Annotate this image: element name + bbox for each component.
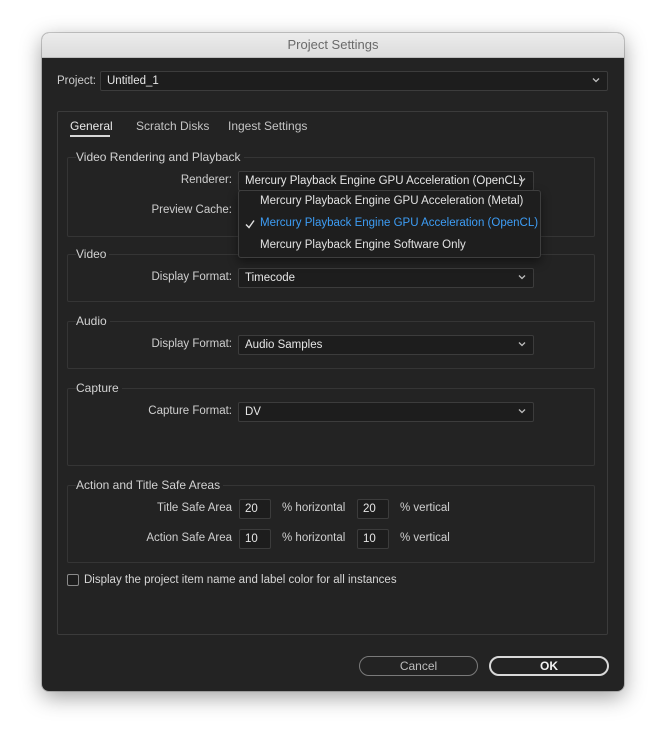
title-safe-horizontal-unit: % horizontal xyxy=(282,502,346,514)
capture-title: Capture xyxy=(76,381,122,395)
audio-display-format-value: Audio Samples xyxy=(245,339,323,351)
capture-group xyxy=(67,388,595,466)
audio-display-format-label: Display Format: xyxy=(151,338,232,350)
chevron-down-icon xyxy=(517,339,527,349)
audio-title: Audio xyxy=(76,314,110,328)
project-select-value: Untitled_1 xyxy=(107,75,159,87)
action-safe-label: Action Safe Area xyxy=(146,532,232,544)
action-safe-horizontal-input[interactable]: 10 xyxy=(239,529,271,549)
renderer-option-opencl[interactable]: Mercury Playback Engine GPU Acceleration… xyxy=(239,213,540,235)
tab-general-underline xyxy=(70,135,110,137)
display-label-checkbox[interactable] xyxy=(67,574,79,586)
renderer-option-label: Mercury Playback Engine GPU Acceleration… xyxy=(260,217,539,229)
video-display-format-dropdown[interactable]: Timecode xyxy=(238,268,534,288)
video-display-format-value: Timecode xyxy=(245,272,296,284)
renderer-option-software[interactable]: Mercury Playback Engine Software Only xyxy=(239,235,540,257)
action-safe-vertical-unit: % vertical xyxy=(400,532,450,544)
action-safe-vertical-input[interactable]: 10 xyxy=(357,529,389,549)
action-safe-horizontal-value: 10 xyxy=(245,533,258,545)
tab-ingest-settings[interactable]: Ingest Settings xyxy=(228,119,307,133)
project-select[interactable]: Untitled_1 xyxy=(100,71,608,91)
chevron-down-icon xyxy=(517,175,527,185)
ok-button[interactable]: OK xyxy=(489,656,609,676)
display-label-checkbox-label: Display the project item name and label … xyxy=(84,574,397,586)
capture-format-dropdown[interactable]: DV xyxy=(238,402,534,422)
tab-general[interactable]: General xyxy=(70,119,113,133)
renderer-option-metal[interactable]: Mercury Playback Engine GPU Acceleration… xyxy=(239,191,540,213)
project-label: Project: xyxy=(57,75,96,87)
renderer-label: Renderer: xyxy=(180,174,232,186)
window-title: Project Settings xyxy=(42,33,624,58)
tab-scratch-disks[interactable]: Scratch Disks xyxy=(136,119,209,133)
chevron-down-icon xyxy=(517,406,527,416)
cancel-button[interactable]: Cancel xyxy=(359,656,478,676)
chevron-down-icon xyxy=(517,272,527,282)
renderer-menu: Mercury Playback Engine GPU Acceleration… xyxy=(238,190,541,258)
video-display-format-label: Display Format: xyxy=(151,271,232,283)
safe-areas-group xyxy=(67,485,595,563)
capture-format-value: DV xyxy=(245,406,261,418)
title-safe-vertical-value: 20 xyxy=(363,503,376,515)
preview-cache-label: Preview Cache: xyxy=(151,204,232,216)
action-safe-horizontal-unit: % horizontal xyxy=(282,532,346,544)
video-title: Video xyxy=(76,247,110,261)
title-safe-horizontal-input[interactable]: 20 xyxy=(239,499,271,519)
title-safe-label: Title Safe Area xyxy=(156,502,232,514)
chevron-down-icon xyxy=(591,75,601,85)
title-safe-vertical-input[interactable]: 20 xyxy=(357,499,389,519)
renderer-dropdown[interactable]: Mercury Playback Engine GPU Acceleration… xyxy=(238,171,534,191)
action-safe-vertical-value: 10 xyxy=(363,533,376,545)
title-safe-horizontal-value: 20 xyxy=(245,503,258,515)
renderer-value: Mercury Playback Engine GPU Acceleration… xyxy=(245,175,524,187)
safe-areas-title: Action and Title Safe Areas xyxy=(76,478,224,492)
renderer-option-label: Mercury Playback Engine GPU Acceleration… xyxy=(260,195,524,207)
audio-display-format-dropdown[interactable]: Audio Samples xyxy=(238,335,534,355)
renderer-option-label: Mercury Playback Engine Software Only xyxy=(260,239,466,251)
project-settings-window: Project Settings Project: Untitled_1 Gen… xyxy=(42,33,624,691)
checkmark-icon xyxy=(245,219,255,232)
video-rendering-title: Video Rendering and Playback xyxy=(76,150,244,164)
title-safe-vertical-unit: % vertical xyxy=(400,502,450,514)
capture-format-label: Capture Format: xyxy=(148,405,232,417)
